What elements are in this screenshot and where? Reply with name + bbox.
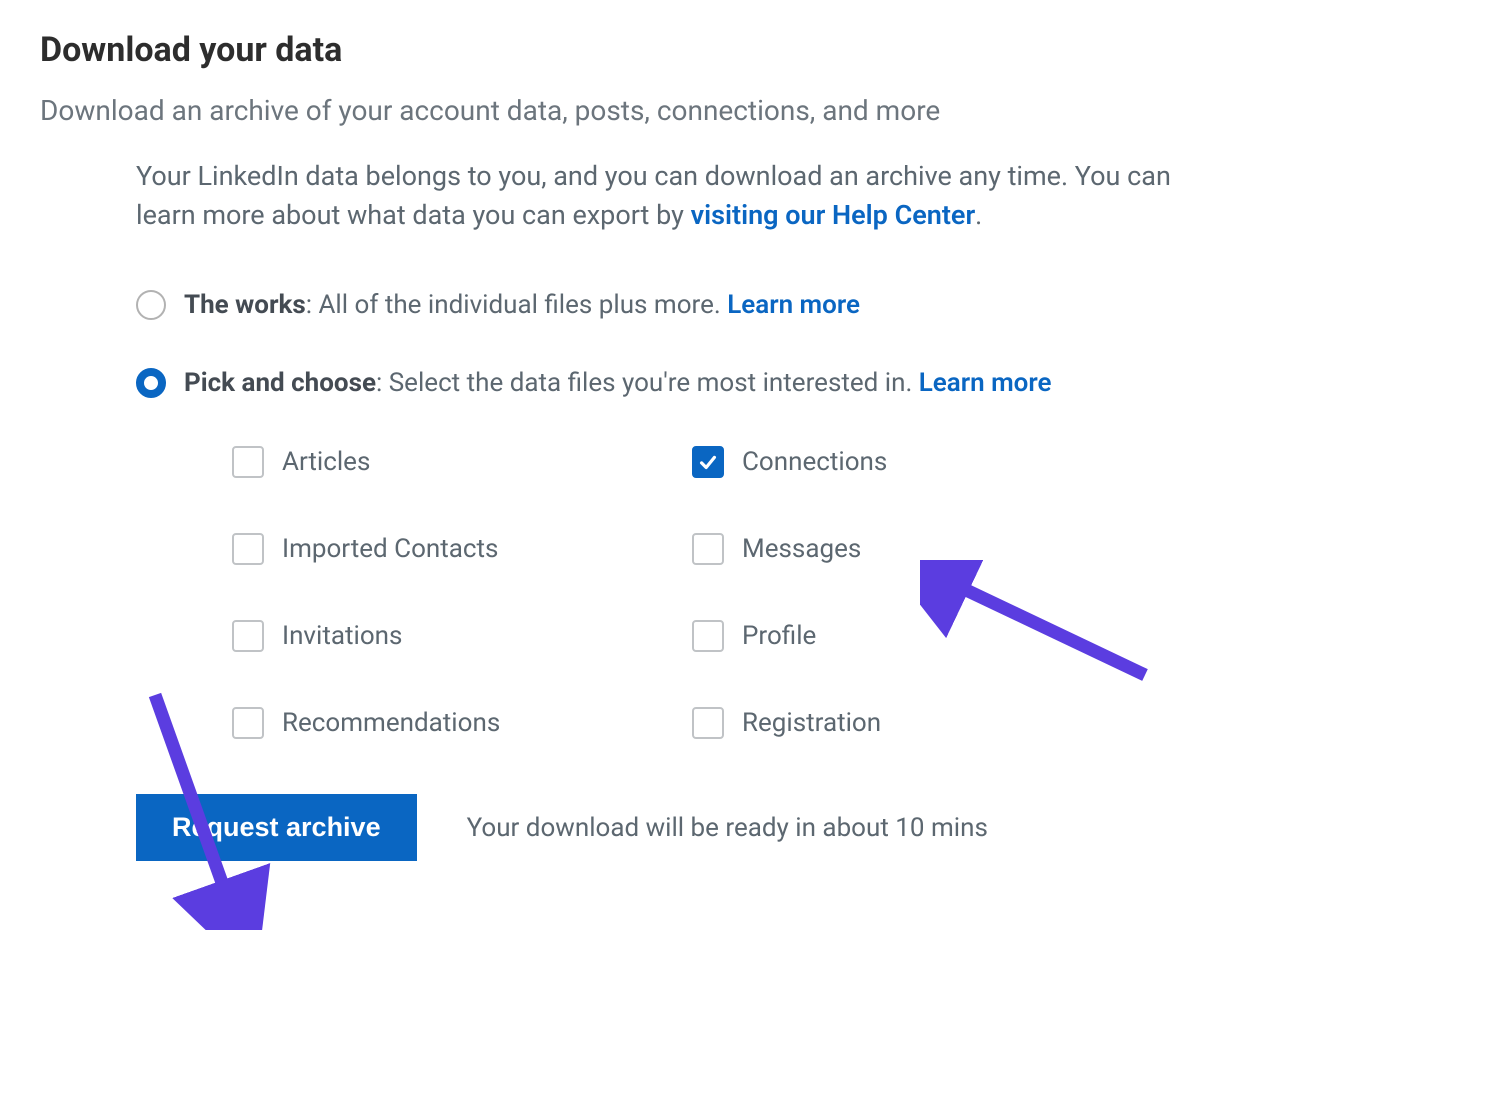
learn-more-link-works[interactable]: Learn more — [727, 290, 860, 320]
checkbox-imported-contacts[interactable]: Imported Contacts — [232, 533, 692, 565]
checkbox-connections[interactable]: Connections — [692, 446, 1112, 478]
radio-label-pick: Pick and choose: Select the data files y… — [184, 368, 1052, 398]
download-data-panel: Download your data Download an archive o… — [40, 30, 1460, 861]
checkbox-profile[interactable]: Profile — [692, 620, 1112, 652]
checkbox-icon-unchecked — [232, 533, 264, 565]
checkbox-label: Imported Contacts — [282, 534, 498, 564]
intro-text-before: Your LinkedIn data belongs to you, and y… — [136, 160, 1171, 231]
checkbox-articles[interactable]: Articles — [232, 446, 692, 478]
radio-option-the-works[interactable]: The works: All of the individual files p… — [136, 290, 1186, 320]
content-block: Your LinkedIn data belongs to you, and y… — [136, 157, 1186, 861]
checkbox-recommendations[interactable]: Recommendations — [232, 707, 692, 739]
intro-text: Your LinkedIn data belongs to you, and y… — [136, 157, 1186, 235]
checkbox-label: Recommendations — [282, 708, 500, 738]
checkbox-label: Articles — [282, 447, 370, 477]
checkbox-registration[interactable]: Registration — [692, 707, 1112, 739]
radio-label-the-works: The works: All of the individual files p… — [184, 290, 860, 320]
radio-icon-selected — [136, 368, 166, 398]
download-ready-text: Your download will be ready in about 10 … — [467, 813, 988, 843]
page-subtitle: Download an archive of your account data… — [40, 94, 1460, 127]
checkbox-grid: Articles Connections Imported Contacts M… — [232, 446, 1186, 739]
radio-group: The works: All of the individual files p… — [136, 290, 1186, 398]
checkbox-icon-unchecked — [692, 620, 724, 652]
checkbox-label: Registration — [742, 708, 881, 738]
checkbox-label: Messages — [742, 534, 861, 564]
checkbox-icon-unchecked — [692, 707, 724, 739]
checkbox-messages[interactable]: Messages — [692, 533, 1112, 565]
page-title: Download your data — [40, 30, 1460, 70]
checkbox-label: Connections — [742, 447, 887, 477]
checkbox-icon-unchecked — [232, 707, 264, 739]
radio-label-desc: : All of the individual files plus more. — [306, 290, 727, 320]
radio-option-pick-and-choose[interactable]: Pick and choose: Select the data files y… — [136, 368, 1186, 398]
learn-more-link-pick[interactable]: Learn more — [919, 368, 1052, 398]
request-archive-button[interactable]: Request archive — [136, 794, 417, 861]
help-center-link[interactable]: visiting our Help Center — [691, 199, 976, 231]
checkbox-icon-unchecked — [692, 533, 724, 565]
checkbox-label: Profile — [742, 621, 816, 651]
checkbox-label: Invitations — [282, 621, 402, 651]
checkbox-icon-unchecked — [232, 446, 264, 478]
checkbox-icon-checked — [692, 446, 724, 478]
checkbox-invitations[interactable]: Invitations — [232, 620, 692, 652]
radio-label-bold: Pick and choose — [184, 368, 376, 398]
intro-text-after: . — [975, 199, 982, 231]
check-icon — [697, 451, 719, 473]
radio-label-desc: : Select the data files you're most inte… — [376, 368, 919, 398]
action-row: Request archive Your download will be re… — [136, 794, 1186, 861]
checkbox-icon-unchecked — [232, 620, 264, 652]
radio-label-bold: The works — [184, 290, 306, 320]
radio-icon-unselected — [136, 290, 166, 320]
